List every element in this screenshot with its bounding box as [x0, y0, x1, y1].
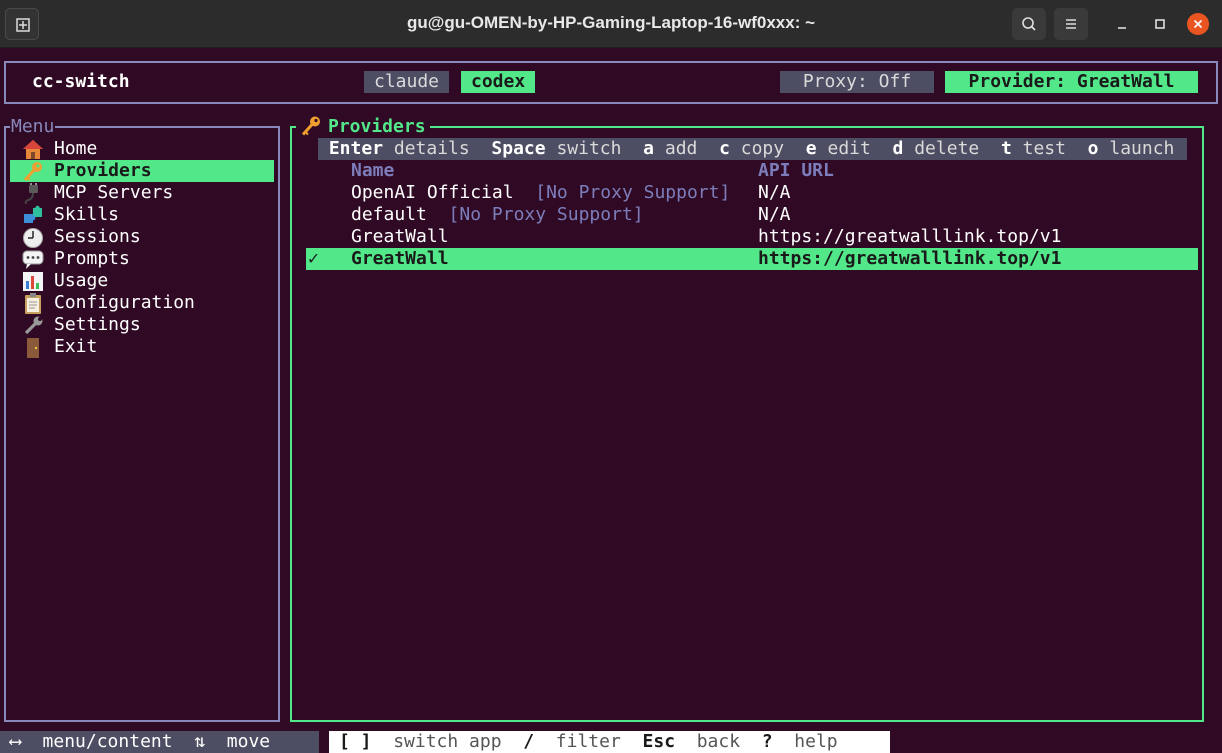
menu-item-label: Exit	[54, 336, 98, 357]
clock-icon	[23, 228, 43, 248]
proxy-support-note: [No Proxy Support]	[535, 182, 731, 203]
wrench-icon	[24, 316, 43, 335]
footer-action-hints: [ ] switch app / filter Esc back ? help	[329, 731, 890, 753]
action-test: test	[1022, 138, 1066, 159]
key-t: t	[1000, 138, 1012, 159]
active-checkmark: ✓	[308, 248, 319, 269]
hint-menu-content: menu/content	[42, 731, 173, 752]
column-header-api-url: API URL	[758, 160, 834, 181]
search-icon	[1022, 17, 1036, 31]
door-icon	[27, 338, 39, 358]
left-right-arrow-icon: ⟷	[10, 731, 21, 752]
puzzle-icon	[24, 205, 42, 223]
menu-item-label: Sessions	[54, 226, 141, 247]
menu-item-providers[interactable]: Providers	[10, 160, 274, 182]
search-button[interactable]	[1012, 8, 1046, 40]
hint-help: help	[794, 731, 838, 752]
menu-item-label: Home	[54, 138, 98, 159]
provider-name: default	[351, 204, 427, 225]
hint-filter: filter	[555, 731, 621, 752]
menu-item-usage[interactable]: Usage	[10, 270, 274, 292]
footer-nav-hints: ⟷ menu/content ⇅ move	[0, 731, 319, 753]
menu-item-label: Skills	[54, 204, 120, 225]
menu-item-sessions[interactable]: Sessions	[10, 226, 274, 248]
proxy-support-note: [No Proxy Support]	[448, 204, 644, 225]
maximize-button[interactable]	[1148, 12, 1172, 36]
action-switch: switch	[556, 138, 622, 159]
key-question: ?	[761, 731, 773, 752]
menu-item-label: Providers	[54, 160, 152, 181]
hint-switch-app: switch app	[393, 731, 502, 752]
menu-title: Menu	[10, 116, 56, 137]
provider-row[interactable]: OpenAI Official [No Proxy Support] N/A	[306, 182, 1198, 204]
provider-status-badge: Provider: GreatWall	[945, 71, 1198, 93]
provider-name: GreatWall	[351, 248, 449, 269]
hint-back: back	[696, 731, 741, 752]
key-a: a	[643, 138, 655, 159]
key-brackets: [ ]	[339, 731, 372, 752]
key-esc: Esc	[642, 731, 676, 752]
key-c: c	[719, 138, 730, 159]
menu-item-label: Usage	[54, 270, 109, 291]
tab-claude[interactable]: claude	[364, 71, 450, 93]
menu-item-exit[interactable]: Exit	[10, 336, 274, 358]
action-details: details	[393, 138, 470, 159]
key-d: d	[892, 138, 904, 159]
action-add: add	[664, 138, 698, 159]
hint-move: move	[226, 731, 271, 752]
close-icon	[1193, 19, 1203, 29]
column-header-name: Name	[351, 160, 395, 181]
action-launch: launch	[1109, 138, 1175, 159]
key-o: o	[1087, 138, 1099, 159]
keybindings-bar: Enter details Space switch a add c copy …	[318, 138, 1187, 160]
provider-api-url: https://greatwalllink.top/v1	[758, 226, 1062, 247]
menu-item-label: Settings	[54, 314, 141, 335]
provider-row[interactable]: GreatWall https://greatwalllink.top/v1	[306, 226, 1198, 248]
tab-codex[interactable]: codex	[461, 71, 536, 93]
proxy-status-badge: Proxy: Off	[780, 71, 934, 93]
minimize-button[interactable]	[1110, 12, 1134, 36]
bar-chart-icon	[23, 272, 43, 291]
app-name: cc-switch	[32, 71, 130, 92]
action-edit: edit	[827, 138, 871, 159]
action-delete: delete	[914, 138, 980, 159]
menu-item-configuration[interactable]: Configuration	[10, 292, 274, 314]
speech-bubble-icon	[22, 250, 44, 269]
provider-row-selected[interactable]: ✓ GreatWall https://greatwalllink.top/v1	[306, 248, 1198, 270]
provider-name: GreatWall	[351, 226, 449, 247]
window-titlebar: gu@gu-OMEN-by-HP-Gaming-Laptop-16-wf0xxx…	[0, 0, 1222, 48]
menu-item-prompts[interactable]: Prompts	[10, 248, 274, 270]
key-e: e	[805, 138, 817, 159]
menu-item-label: MCP Servers	[54, 182, 174, 203]
menu-item-mcp-servers[interactable]: MCP Servers	[10, 182, 274, 204]
key-icon	[23, 162, 42, 182]
provider-api-url: N/A	[758, 204, 791, 225]
key-slash: /	[523, 731, 535, 752]
provider-api-url: N/A	[758, 182, 791, 203]
key-space: Space	[491, 138, 546, 159]
footer-bar: ⟷ menu/content ⇅ move [ ] switch app / f…	[0, 731, 1222, 753]
provider-row[interactable]: default [No Proxy Support] N/A	[306, 204, 1198, 226]
menu-item-skills[interactable]: Skills	[10, 204, 274, 226]
provider-api-url: https://greatwalllink.top/v1	[758, 248, 1062, 269]
minimize-icon	[1118, 27, 1126, 29]
close-button[interactable]	[1187, 13, 1209, 35]
up-down-arrow-icon: ⇅	[194, 731, 206, 752]
menu-item-home[interactable]: Home	[10, 138, 274, 160]
menu-item-settings[interactable]: Settings	[10, 314, 274, 336]
plug-icon	[24, 183, 38, 204]
key-icon	[301, 116, 320, 136]
hamburger-icon	[1066, 19, 1076, 29]
provider-name: OpenAI Official	[351, 182, 514, 203]
maximize-icon	[1155, 19, 1165, 29]
menu-item-label: Configuration	[54, 292, 195, 313]
menu-item-label: Prompts	[54, 248, 130, 269]
action-copy: copy	[740, 138, 785, 159]
hamburger-menu-button[interactable]	[1054, 8, 1088, 40]
house-icon	[23, 140, 43, 159]
clipboard-icon	[25, 293, 41, 314]
providers-title: Providers	[328, 116, 426, 137]
key-enter: Enter	[328, 138, 384, 159]
